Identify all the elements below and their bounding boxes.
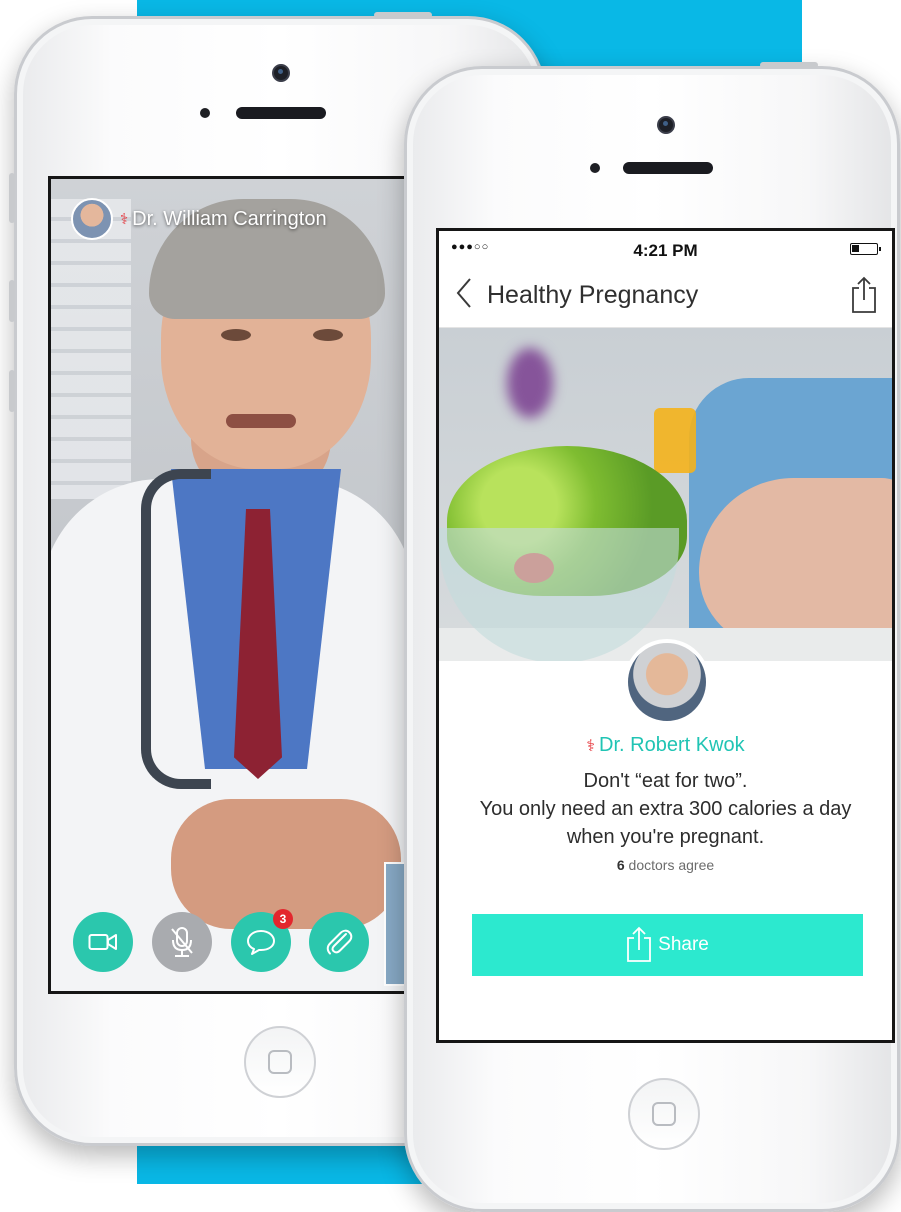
video-call-screen: ⚕ Dr. William Carrington 3	[48, 176, 408, 994]
quote-line: Don't “eat for two”.	[583, 770, 748, 792]
caller-name: Dr. William Carrington	[132, 207, 327, 230]
earpiece-speaker	[236, 107, 326, 119]
mute-button[interactable]	[152, 912, 212, 972]
hero-image	[439, 328, 892, 661]
caller-header: ⚕ Dr. William Carrington	[71, 197, 327, 241]
proximity-sensor	[200, 108, 210, 118]
author-avatar[interactable]	[624, 639, 710, 725]
video-feed	[51, 179, 405, 991]
status-time: 4:21 PM	[633, 241, 698, 260]
video-camera-icon	[88, 934, 117, 950]
agree-number: 6	[616, 857, 625, 873]
quote-text: Don't “eat for two”. You only need an ex…	[457, 767, 874, 851]
power-button	[374, 12, 432, 18]
home-button-right[interactable]	[628, 1078, 700, 1150]
author-line[interactable]: ⚕ Dr. Robert Kwok	[439, 734, 892, 757]
front-camera	[272, 64, 290, 82]
agree-label: doctors agree	[628, 857, 715, 873]
front-camera-right	[657, 116, 675, 134]
share-button-label: Share	[658, 934, 709, 955]
author-name: Dr. Robert Kwok	[599, 734, 745, 756]
share-icon[interactable]	[850, 275, 878, 320]
quote-line: You only need an extra 300 calories a da…	[479, 798, 852, 820]
unread-badge: 3	[273, 909, 293, 929]
agree-count[interactable]: 6 doctors agree	[439, 857, 892, 873]
share-button[interactable]: Share	[472, 914, 863, 976]
video-toggle-button[interactable]	[73, 912, 133, 972]
nav-bar: Healthy Pregnancy	[439, 267, 892, 328]
volume-down-button	[9, 370, 15, 412]
power-button-right	[760, 62, 818, 68]
status-bar: ●●●○○ 4:21 PM	[439, 231, 892, 265]
attach-button[interactable]	[309, 912, 369, 972]
caduceus-icon: ⚕	[120, 211, 129, 228]
microphone-muted-icon	[171, 927, 193, 957]
quote-line: when you're pregnant.	[566, 826, 765, 848]
proximity-sensor-right	[590, 163, 600, 173]
share-icon	[627, 926, 652, 962]
page-title: Healthy Pregnancy	[487, 281, 699, 309]
chat-button[interactable]: 3	[231, 909, 293, 972]
earpiece-speaker-right	[623, 162, 713, 174]
battery-icon	[850, 243, 881, 255]
article-screen: ●●●○○ 4:21 PM Healthy Pregnancy ⚕ Dr. Rob…	[436, 228, 895, 1043]
mute-switch	[9, 173, 15, 223]
home-button-left[interactable]	[244, 1026, 316, 1098]
chevron-left-icon[interactable]	[455, 277, 473, 315]
volume-up-button	[9, 280, 15, 322]
caduceus-icon: ⚕	[586, 738, 596, 755]
caller-avatar	[71, 198, 113, 240]
paperclip-icon	[326, 929, 353, 955]
chat-bubble-icon	[247, 930, 275, 955]
